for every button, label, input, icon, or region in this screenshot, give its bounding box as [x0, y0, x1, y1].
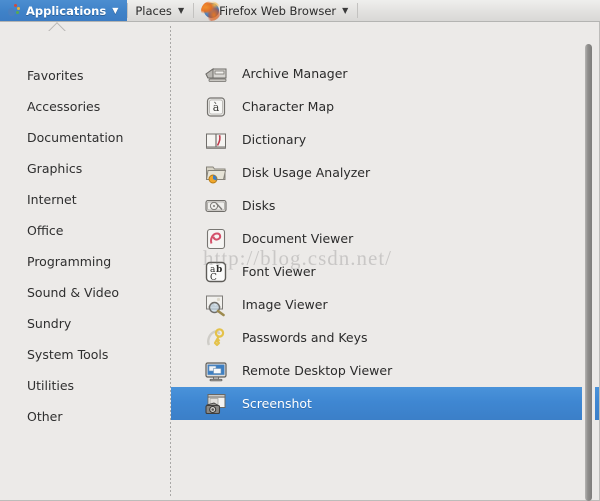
screenshot-icon — [204, 392, 228, 416]
disk-usage-analyzer-icon — [204, 161, 228, 185]
category-label: Favorites — [27, 68, 83, 83]
disks-icon — [204, 194, 228, 218]
category-item-office[interactable]: Office — [0, 215, 171, 246]
category-item-other[interactable]: Other — [0, 401, 171, 432]
category-label: Internet — [27, 192, 77, 207]
app-item-image-viewer[interactable]: Image Viewer — [171, 288, 599, 321]
gnome-foot-icon — [7, 4, 20, 17]
category-label: Documentation — [27, 130, 123, 145]
app-item-dictionary[interactable]: Dictionary — [171, 123, 599, 156]
app-label: Image Viewer — [242, 297, 328, 312]
app-label: Dictionary — [242, 132, 306, 147]
archive-manager-icon — [204, 62, 228, 86]
app-item-disk-usage-analyzer[interactable]: Disk Usage Analyzer — [171, 156, 599, 189]
app-item-screenshot[interactable]: Screenshot — [171, 387, 599, 420]
app-item-font-viewer[interactable]: a b C Font Viewer — [171, 255, 599, 288]
menu-places-label: Places — [135, 4, 172, 18]
chevron-down-icon: ▼ — [112, 7, 118, 15]
svg-text:b: b — [216, 265, 222, 275]
svg-text:C: C — [210, 273, 217, 283]
category-item-graphics[interactable]: Graphics — [0, 153, 171, 184]
app-item-archive-manager[interactable]: Archive Manager — [171, 57, 599, 90]
category-item-favorites[interactable]: Favorites — [0, 60, 171, 91]
app-item-character-map[interactable]: à Character Map — [171, 90, 599, 123]
category-item-system-tools[interactable]: System Tools — [0, 339, 171, 370]
category-label: Sundry — [27, 316, 71, 331]
passwords-and-keys-icon — [204, 326, 228, 350]
menu-pointer-arrow — [46, 22, 68, 31]
chevron-down-icon: ▼ — [178, 7, 184, 15]
app-label: Passwords and Keys — [242, 330, 368, 345]
app-label: Font Viewer — [242, 264, 316, 279]
category-item-accessories[interactable]: Accessories — [0, 91, 171, 122]
category-item-sundry[interactable]: Sundry — [0, 308, 171, 339]
document-viewer-icon — [204, 227, 228, 251]
category-item-programming[interactable]: Programming — [0, 246, 171, 277]
app-label: Archive Manager — [242, 66, 348, 81]
desktop-screen: Applications ▼ Places ▼ Firefox Web Brow… — [0, 0, 600, 501]
font-viewer-icon: a b C — [204, 260, 228, 284]
category-label: Graphics — [27, 161, 82, 176]
app-label: Disk Usage Analyzer — [242, 165, 370, 180]
category-label: Accessories — [27, 99, 100, 114]
firefox-icon — [201, 1, 221, 21]
category-item-internet[interactable]: Internet — [0, 184, 171, 215]
character-map-icon: à — [204, 95, 228, 119]
panel-empty-area — [358, 0, 600, 21]
menu-applications[interactable]: Applications ▼ — [0, 0, 127, 21]
app-item-document-viewer[interactable]: Document Viewer — [171, 222, 599, 255]
menu-scrollbar-thumb[interactable] — [585, 44, 592, 501]
image-viewer-icon — [204, 293, 228, 317]
menu-firefox-label: Firefox Web Browser — [219, 4, 336, 18]
application-list: Archive Manager à Character Map — [171, 22, 599, 500]
applications-menu-popup: Favorites Accessories Documentation Grap… — [0, 22, 600, 501]
app-label: Screenshot — [242, 396, 312, 411]
category-label: Office — [27, 223, 64, 238]
category-list: Favorites Accessories Documentation Grap… — [0, 22, 171, 500]
app-item-passwords-and-keys[interactable]: Passwords and Keys — [171, 321, 599, 354]
dictionary-icon — [204, 128, 228, 152]
svg-text:à: à — [213, 101, 220, 114]
menu-firefox-web-browser[interactable]: Firefox Web Browser ▼ — [194, 0, 357, 21]
top-panel: Applications ▼ Places ▼ Firefox Web Brow… — [0, 0, 600, 22]
category-item-sound-and-video[interactable]: Sound & Video — [0, 277, 171, 308]
category-label: Utilities — [27, 378, 74, 393]
category-label: Sound & Video — [27, 285, 119, 300]
category-label: Programming — [27, 254, 111, 269]
app-label: Character Map — [242, 99, 334, 114]
app-label: Remote Desktop Viewer — [242, 363, 392, 378]
chevron-down-icon: ▼ — [342, 7, 348, 15]
category-label: Other — [27, 409, 63, 424]
app-item-disks[interactable]: Disks — [171, 189, 599, 222]
menu-applications-label: Applications — [26, 4, 106, 18]
category-label: System Tools — [27, 347, 108, 362]
category-item-documentation[interactable]: Documentation — [0, 122, 171, 153]
remote-desktop-viewer-icon — [204, 359, 228, 383]
app-label: Document Viewer — [242, 231, 353, 246]
app-label: Disks — [242, 198, 275, 213]
category-item-utilities[interactable]: Utilities — [0, 370, 171, 401]
menu-places[interactable]: Places ▼ — [128, 0, 193, 21]
app-item-remote-desktop-viewer[interactable]: Remote Desktop Viewer — [171, 354, 599, 387]
